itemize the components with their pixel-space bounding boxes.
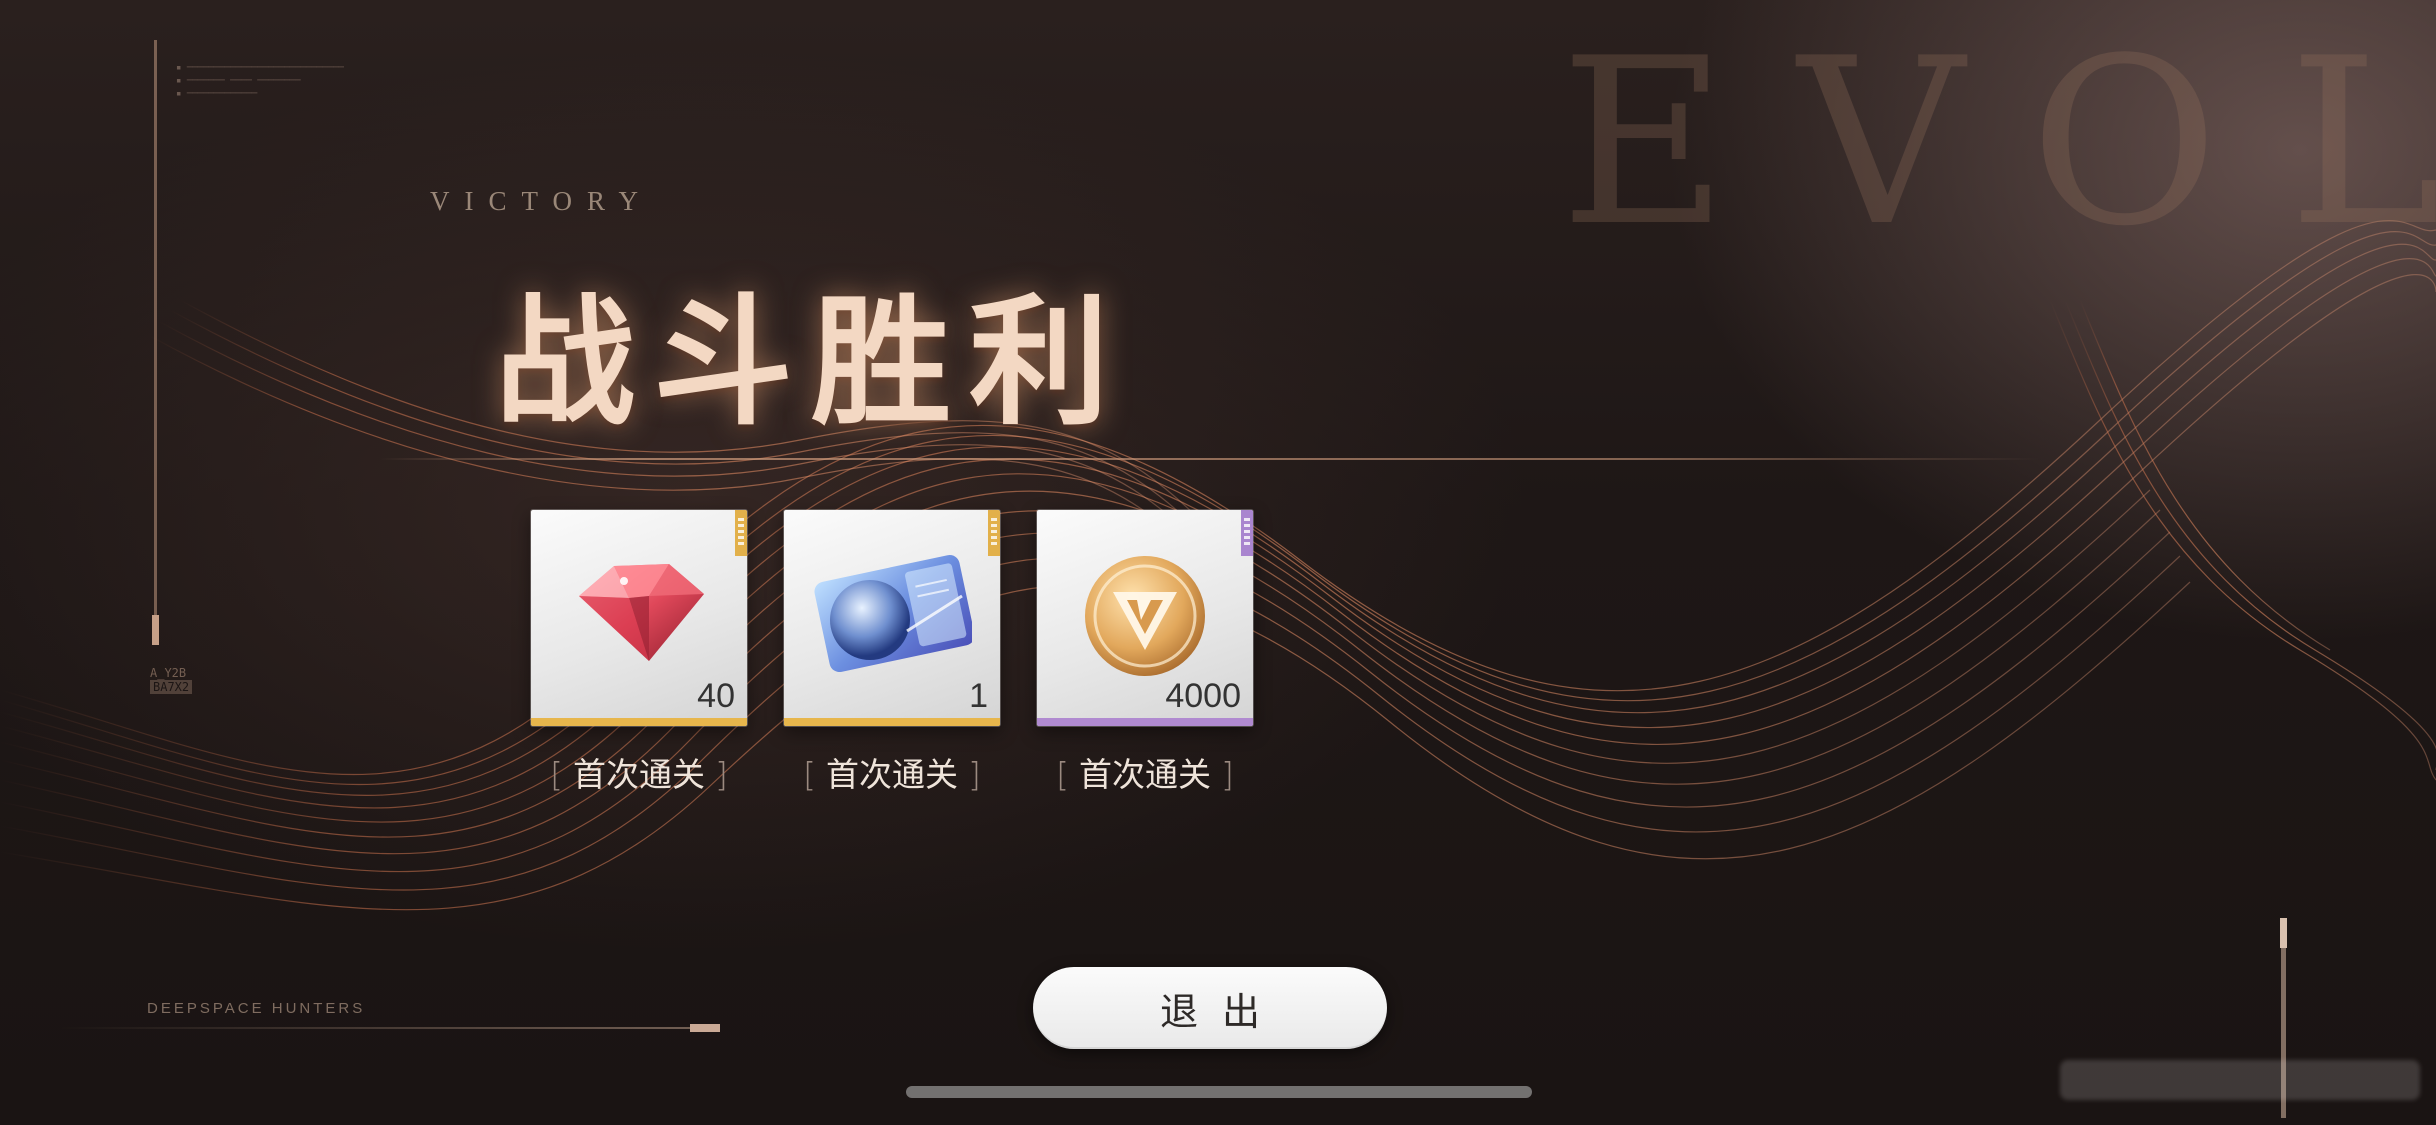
reward-item-ticket[interactable]: 1 [首次通关] xyxy=(784,510,1000,796)
reward-label: [首次通关] xyxy=(803,755,981,794)
first-clear-label: 首次通关 xyxy=(826,755,958,794)
rarity-tag xyxy=(1241,510,1253,556)
rarity-tag xyxy=(988,510,1000,556)
reward-item-coin[interactable]: 4000 [首次通关] xyxy=(1037,510,1253,796)
brand-footer-text: DEEPSPACE HUNTERS xyxy=(147,1000,366,1017)
red-diamond-icon xyxy=(579,564,704,661)
victory-subtitle: VICTORY xyxy=(430,186,654,216)
decorative-fine-print: ▪ ───────────────────────────── ▪ ───────… xyxy=(176,63,344,99)
rarity-bar xyxy=(1037,718,1253,726)
blurred-watermark xyxy=(2060,1060,2420,1100)
rarity-tag xyxy=(735,510,747,556)
left-rail-marker xyxy=(152,615,159,645)
first-clear-label: 首次通关 xyxy=(573,755,705,794)
rarity-bar xyxy=(784,718,1000,726)
footer-divider xyxy=(60,1027,720,1029)
side-code-decoration: A_Y2B BA7X2 xyxy=(150,666,193,694)
reward-amount: 1 xyxy=(969,677,988,715)
first-clear-label: 首次通关 xyxy=(1079,755,1211,794)
gold-coin-icon xyxy=(1085,556,1205,676)
exit-button[interactable]: 退出 xyxy=(1033,967,1387,1049)
reward-amount: 40 xyxy=(697,677,735,715)
reward-item-diamond[interactable]: 40 [首次通关] xyxy=(531,510,747,796)
reward-card[interactable]: 1 xyxy=(784,510,1000,726)
blue-ticket-icon xyxy=(814,554,972,673)
reward-card[interactable]: 40 xyxy=(531,510,747,726)
reward-label: [首次通关] xyxy=(550,755,728,794)
right-rail-marker xyxy=(2280,918,2287,948)
home-indicator[interactable] xyxy=(906,1086,1532,1098)
rarity-bar xyxy=(531,718,747,726)
reward-label: [首次通关] xyxy=(1056,755,1234,794)
footer-marker xyxy=(690,1024,720,1032)
battle-victory-title: 战斗胜利 xyxy=(495,281,1128,445)
title-divider xyxy=(380,458,2040,460)
evol-background-text: EVOL xyxy=(1560,10,2436,277)
reward-amount: 4000 xyxy=(1165,677,1241,715)
reward-card[interactable]: 4000 xyxy=(1037,510,1253,726)
left-rail-line xyxy=(154,40,157,640)
